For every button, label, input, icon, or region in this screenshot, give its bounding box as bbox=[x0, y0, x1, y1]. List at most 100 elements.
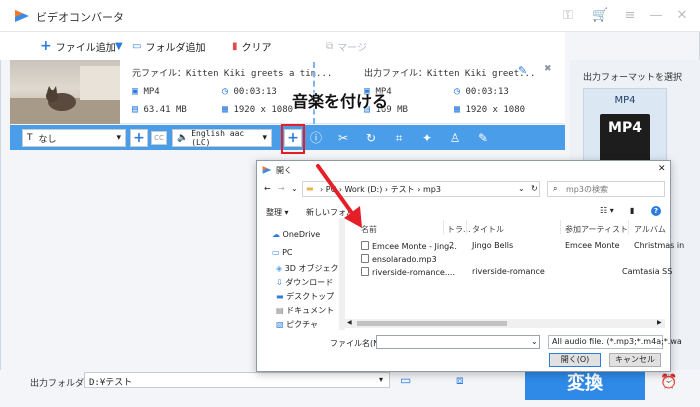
red-arrow-icon bbox=[316, 164, 362, 228]
open-folder-icon[interactable]: ▭ bbox=[400, 373, 411, 387]
trash-icon: ▮ bbox=[232, 40, 238, 52]
file-row-item[interactable]: Emcee Monte - Jing... bbox=[361, 241, 457, 253]
merge-button[interactable]: ⧉ マージ bbox=[326, 38, 367, 54]
dialog-close-icon[interactable]: ✕ bbox=[658, 164, 666, 174]
breadcrumb-item[interactable]: テスト bbox=[391, 185, 415, 194]
help-icon[interactable]: ? bbox=[651, 206, 661, 216]
format-name: MP4 bbox=[614, 95, 636, 106]
cube-icon: ◈ bbox=[276, 264, 283, 273]
back-arrow-icon[interactable]: ← bbox=[264, 184, 271, 193]
alarm-clock-icon[interactable]: ⏰ bbox=[660, 374, 677, 390]
column-separator bbox=[443, 220, 444, 234]
scroll-right-icon[interactable]: ▶ bbox=[657, 319, 662, 326]
add-file-button[interactable]: + ファイル追加 bbox=[40, 38, 116, 54]
title-cell: Jingo Bells bbox=[472, 241, 514, 250]
chevron-down-icon[interactable]: ⌄ bbox=[291, 184, 298, 193]
cart-icon[interactable]: 🛒 bbox=[592, 8, 608, 24]
close-icon[interactable]: ✕ bbox=[674, 8, 690, 24]
text-icon: T bbox=[27, 133, 33, 143]
computer-icon: ▭ bbox=[272, 248, 280, 257]
cancel-button[interactable]: キャンセル bbox=[609, 353, 661, 367]
column-header-title[interactable]: タイトル bbox=[472, 224, 504, 235]
resolution-icon: ▦ bbox=[454, 104, 461, 115]
clock-icon: ◷ bbox=[222, 86, 229, 97]
filename-input[interactable] bbox=[376, 335, 540, 349]
artist-cell: Emcee Monte bbox=[565, 241, 620, 250]
refresh-icon[interactable]: ↻ bbox=[531, 184, 538, 193]
nav-item-desktop[interactable]: ▬ デスクトップ bbox=[276, 291, 334, 302]
nav-item-downloads[interactable]: ⇩ ダウンロード bbox=[276, 277, 333, 288]
add-folder-button[interactable]: ▭ フォルダ追加 bbox=[132, 38, 205, 54]
src-duration: ◷ 00:03:13 bbox=[222, 86, 277, 97]
minimize-icon[interactable]: — bbox=[648, 8, 664, 24]
column-separator bbox=[560, 220, 561, 234]
menu-icon[interactable]: ≡ bbox=[622, 8, 638, 24]
cc-icon[interactable]: CC bbox=[151, 131, 167, 145]
audio-track-value: English aac (LC) bbox=[191, 129, 245, 147]
add-subtitle-button[interactable]: + bbox=[130, 129, 148, 147]
resolution-icon: ▦ bbox=[222, 104, 229, 115]
subtitle-select[interactable]: T なし ▾ bbox=[22, 129, 126, 147]
add-file-dropdown-icon[interactable]: ▼ bbox=[115, 38, 123, 54]
chevron-down-icon: ▾ bbox=[262, 133, 267, 143]
add-folder-label: フォルダ追加 bbox=[145, 42, 206, 54]
nav-item-pc[interactable]: ▭ PC bbox=[272, 248, 293, 257]
kitten-image bbox=[10, 66, 120, 124]
video-thumbnail[interactable] bbox=[10, 60, 120, 124]
open-button[interactable]: 開く(O) bbox=[549, 353, 601, 367]
subtitle-edit-icon[interactable]: ✎ bbox=[474, 129, 492, 147]
chevron-down-icon[interactable]: ▾ bbox=[379, 375, 383, 384]
column-separator bbox=[466, 220, 467, 234]
crop-icon[interactable]: ⌗ bbox=[390, 129, 408, 147]
column-header-track[interactable]: トラ... bbox=[447, 224, 471, 235]
effect-wand-icon[interactable]: ✦ bbox=[418, 129, 436, 147]
scroll-left-icon[interactable]: ◀ bbox=[347, 319, 352, 326]
scroll-thumb[interactable] bbox=[357, 321, 507, 326]
file-type-filter[interactable]: All audio file. (*.mp3;*.m4a;*.wa bbox=[548, 335, 682, 349]
file-row-item[interactable]: ensolarado.mp3 bbox=[361, 254, 437, 266]
nav-item-onedrive[interactable]: ☁ OneDrive bbox=[272, 230, 320, 239]
breadcrumb-item[interactable]: mp3 bbox=[423, 185, 441, 194]
output-folder-input[interactable]: D:¥テスト bbox=[84, 372, 390, 388]
nav-item-pictures[interactable]: ▧ ピクチャ bbox=[276, 319, 318, 330]
edit-pencil-icon[interactable]: ✎ bbox=[518, 64, 527, 77]
subtitle-value: なし bbox=[38, 134, 57, 145]
preview-pane-icon[interactable]: ▮ bbox=[630, 206, 634, 215]
column-header-album[interactable]: アルバム bbox=[634, 224, 666, 235]
clear-button[interactable]: ▮ クリア bbox=[232, 38, 272, 54]
album-cell: Camtasia SS bbox=[622, 267, 673, 276]
chevron-down-icon[interactable]: ⌄ bbox=[531, 337, 538, 346]
key-icon[interactable]: ⚿ bbox=[560, 8, 576, 24]
size-icon: ▤ bbox=[132, 104, 139, 115]
title-cell: riverside-romance bbox=[472, 267, 545, 276]
rotate-icon[interactable]: ↻ bbox=[362, 129, 380, 147]
search-placeholder: mp3の検索 bbox=[566, 185, 608, 194]
info-icon[interactable]: ⓘ bbox=[307, 129, 325, 147]
convert-button[interactable]: 変換 bbox=[525, 368, 645, 400]
src-resolution: ▦ 1920 x 1080 bbox=[222, 104, 294, 115]
column-header-artist[interactable]: 参加アーティスト bbox=[565, 224, 628, 235]
mp4-badge-icon: MP4 bbox=[600, 114, 650, 164]
callout-text: 音楽を付ける bbox=[292, 92, 389, 111]
folder-icon: ▭ bbox=[132, 40, 142, 52]
forward-arrow-icon[interactable]: → bbox=[278, 184, 285, 193]
remove-file-icon[interactable]: ✖ bbox=[544, 64, 552, 74]
app-title: ビデオコンバータ bbox=[36, 11, 124, 24]
audio-track-select[interactable]: 🔈 English aac (LC) ▾ bbox=[172, 129, 272, 147]
output-file-label: 出力ファイル：Kitten Kiki greet... bbox=[364, 69, 536, 79]
view-options-icon[interactable]: ☷ ▾ bbox=[600, 206, 614, 215]
nav-item-3d-objects[interactable]: ◈ 3D オブジェクト bbox=[276, 263, 347, 274]
out-duration: ◷ 00:03:13 bbox=[454, 86, 509, 97]
column-separator bbox=[628, 220, 629, 234]
source-file-label: 元ファイル：Kitten Kiki greets a tin... bbox=[132, 69, 333, 79]
file-row-item[interactable]: riverside-romance.... bbox=[361, 267, 455, 279]
import-folder-icon[interactable]: ⧈ bbox=[456, 373, 464, 388]
nav-item-documents[interactable]: ▤ ドキュメント bbox=[276, 305, 334, 316]
watermark-icon[interactable]: ♙ bbox=[446, 129, 464, 147]
dialog-title: 開く bbox=[276, 166, 292, 175]
organize-button[interactable]: 整理 ▾ bbox=[266, 207, 289, 218]
scissors-icon[interactable]: ✂ bbox=[334, 129, 352, 147]
chevron-down-icon[interactable]: ⌄ bbox=[518, 184, 525, 193]
output-format-label: 出力フォーマットを選択 bbox=[583, 73, 683, 83]
merge-label: マージ bbox=[337, 42, 367, 54]
